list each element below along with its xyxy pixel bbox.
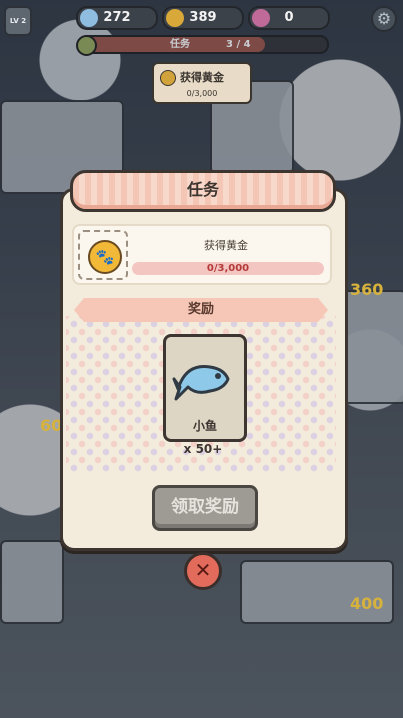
fish-icon xyxy=(172,364,230,401)
paw-coin-icon: 🐾 xyxy=(88,240,122,274)
task-card: 🐾 获得黄金 0/3,000 xyxy=(72,224,332,285)
gem-icon xyxy=(252,9,270,27)
task-progress-count: 3 / 4 xyxy=(226,39,251,50)
gold-counter[interactable]: 389 xyxy=(162,6,244,30)
task-name: 获得黄金 xyxy=(204,239,248,252)
gem-count: 0 xyxy=(284,10,294,25)
fish-counter[interactable]: 272 xyxy=(76,6,158,30)
task-progress-label: 任务 xyxy=(170,39,190,50)
reward-item-card[interactable]: 小鱼 xyxy=(163,334,247,442)
gold-coin-icon xyxy=(160,70,176,86)
top-bar: LV 2 272 389 0 ⚙ xyxy=(0,6,403,36)
fish-icon xyxy=(80,9,98,27)
earnings-label: 360 xyxy=(350,280,384,299)
gold-coin-icon xyxy=(166,9,184,27)
task-check-icon xyxy=(76,35,97,56)
earnings-label: 60 xyxy=(40,416,63,435)
gold-task-tooltip: 获得黄金 0/3,000 xyxy=(152,62,252,104)
dialog-title: 任务 xyxy=(186,180,219,199)
task-icon-frame: 🐾 xyxy=(78,230,128,280)
level-badge[interactable]: LV 2 xyxy=(4,6,32,36)
close-icon: ✕ xyxy=(194,558,212,582)
dialog-title-bar: 任务 xyxy=(70,170,336,212)
gold-task-progress: 0/3,000 xyxy=(186,89,218,98)
claim-reward-button[interactable]: 领取奖励 xyxy=(152,485,258,531)
earnings-label: 400 xyxy=(350,594,384,613)
reward-header: 奖励 xyxy=(74,298,328,322)
gem-counter[interactable]: 0 xyxy=(248,6,330,30)
task-progress-text: 0/3,000 xyxy=(132,262,324,275)
reward-item-name: 小鱼 xyxy=(192,419,217,433)
gold-count: 389 xyxy=(189,10,217,25)
task-progress-bar[interactable]: 任务 3 / 4 xyxy=(76,35,329,56)
gear-icon[interactable]: ⚙ xyxy=(371,6,397,32)
close-button[interactable]: ✕ xyxy=(184,552,222,590)
fish-count: 272 xyxy=(103,10,131,25)
reward-quantity: x 50+ xyxy=(183,442,223,456)
